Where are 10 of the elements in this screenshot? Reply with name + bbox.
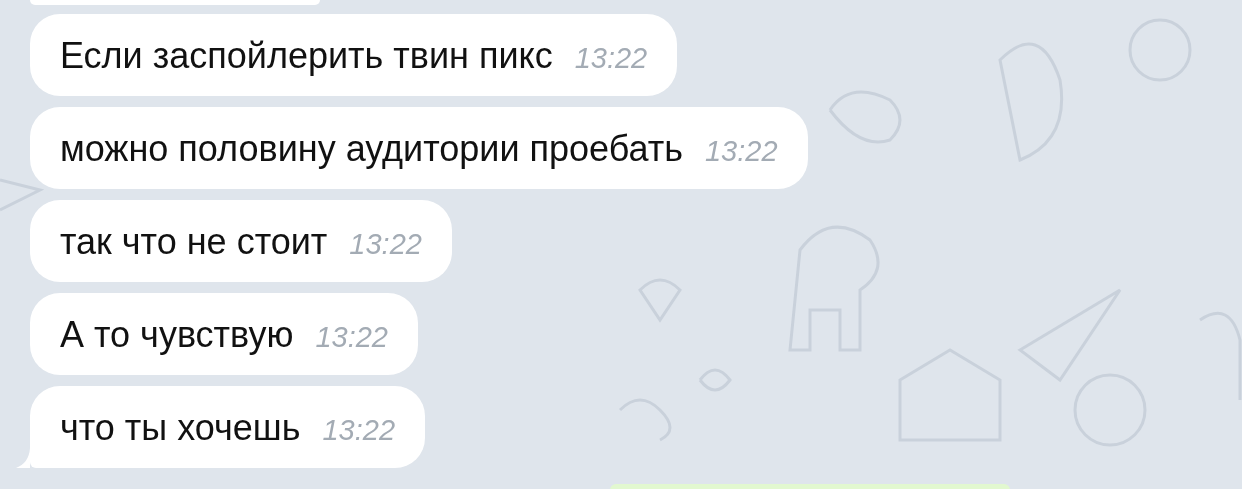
message-time: 13:22 [349,227,422,262]
message-text: Если заспойлерить твин пикс [60,36,553,76]
message-text: что ты хочешь [60,408,301,448]
message-time: 13:22 [574,41,648,76]
message-time: 13:22 [315,320,388,355]
message-text: так что не стоит [60,222,328,262]
message-time: 13:22 [704,134,778,169]
message-text: можно половину аудитории проебать [60,129,683,169]
message-text: А то чувствую [60,315,294,355]
message-time: 13:22 [322,413,396,448]
